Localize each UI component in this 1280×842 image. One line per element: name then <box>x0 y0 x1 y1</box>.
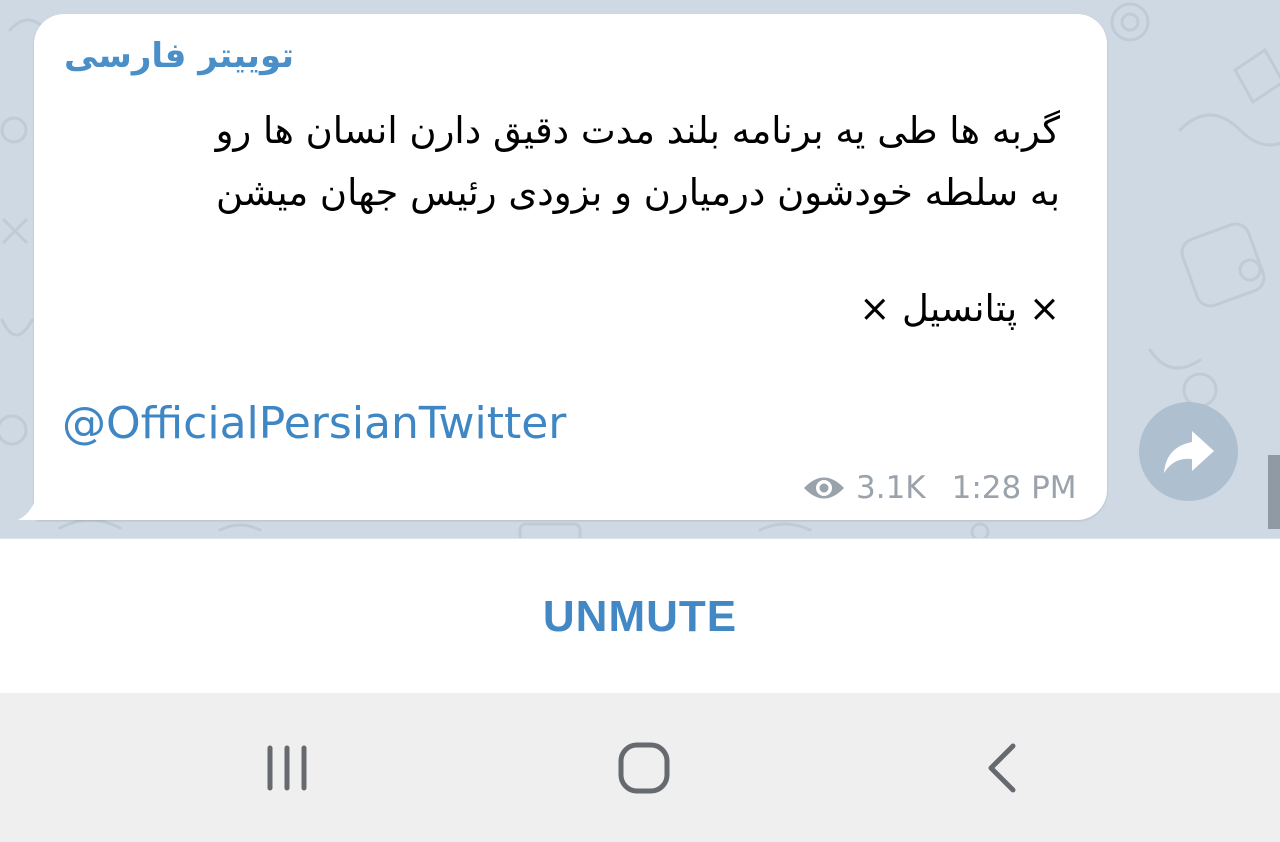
system-nav-bar <box>0 693 1280 842</box>
message-line: به سلطه خودشون درمیارن و بزودی رئیس جهان… <box>216 171 1060 214</box>
home-button[interactable] <box>589 733 699 803</box>
recents-button[interactable] <box>232 733 342 803</box>
channel-name[interactable]: توییتر فارسی <box>64 36 294 76</box>
message-time: 1:28 PM <box>951 470 1077 506</box>
recents-icon <box>267 745 307 791</box>
mute-bar: UNMUTE <box>0 538 1280 694</box>
share-arrow-icon <box>1163 430 1214 473</box>
eye-icon <box>804 477 844 499</box>
share-button[interactable] <box>1139 402 1238 501</box>
home-icon <box>618 742 670 794</box>
unmute-button[interactable]: UNMUTE <box>0 539 1280 694</box>
message-text: گربه ها طی یه برنامه بلند مدت دقیق دارن … <box>96 100 1060 340</box>
bubble-tail <box>18 490 54 520</box>
message-meta: 3.1K 1:28 PM <box>802 470 1077 506</box>
back-button[interactable] <box>948 733 1058 803</box>
mention-link[interactable]: @OfficialPersianTwitter <box>62 398 566 449</box>
telegram-screen: توییتر فارسی گربه ها طی یه برنامه بلند م… <box>0 0 1280 842</box>
back-icon <box>988 743 1016 793</box>
view-count: 3.1K <box>856 470 926 506</box>
scrollbar-thumb[interactable] <box>1268 455 1280 529</box>
chat-area[interactable]: توییتر فارسی گربه ها طی یه برنامه بلند م… <box>0 0 1280 538</box>
message-signature: × پتانسیل × <box>859 287 1060 330</box>
message-line: گربه ها طی یه برنامه بلند مدت دقیق دارن … <box>215 109 1060 152</box>
